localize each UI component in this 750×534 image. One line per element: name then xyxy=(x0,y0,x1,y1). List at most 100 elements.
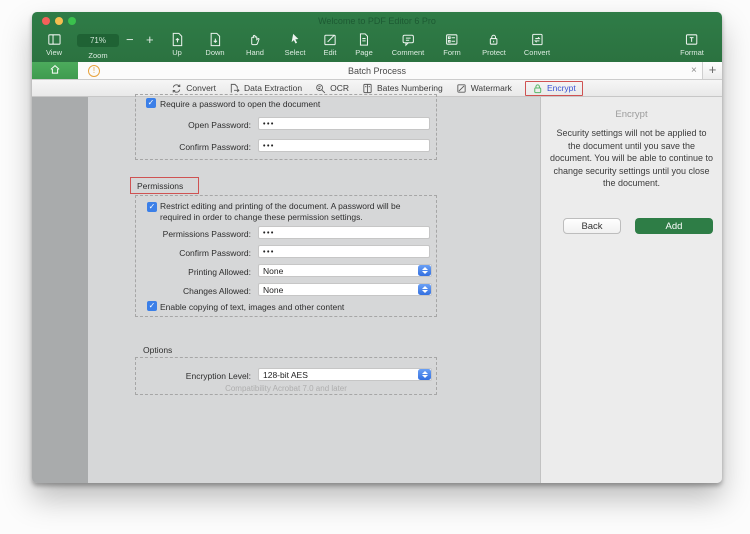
permissions-password-field-label: Permissions Password: xyxy=(162,229,251,239)
batch-data-extraction-button[interactable]: Data Extraction xyxy=(229,83,302,94)
left-sidebar-strip xyxy=(32,97,88,483)
format-panel-icon xyxy=(680,32,704,47)
enable-copying-label: Enable copying of text, images and other… xyxy=(160,301,345,312)
convert-cycle-icon xyxy=(171,83,182,94)
toolbar-convert-label: Convert xyxy=(523,48,551,57)
hand-icon xyxy=(246,32,264,47)
toolbar-form-button[interactable]: Form xyxy=(443,32,461,57)
require-password-label: Require a password to open the document xyxy=(160,98,321,109)
restrict-editing-label: Restrict editing and printing of the doc… xyxy=(160,201,401,222)
permissions-password-value: ••• xyxy=(263,229,275,237)
toolbar-format-button[interactable]: Format xyxy=(680,32,704,57)
ocr-magnifier-icon xyxy=(315,83,326,94)
tab-title[interactable]: Batch Process xyxy=(32,66,722,76)
permissions-section-title: Permissions xyxy=(137,181,184,191)
stepper-icon xyxy=(418,265,431,276)
content-area: ✓ Require a password to open the documen… xyxy=(32,94,722,483)
encrypt-settings-form: ✓ Require a password to open the documen… xyxy=(88,94,540,483)
zoom-out-button[interactable]: − xyxy=(126,33,134,47)
confirm-password2-input[interactable]: ••• xyxy=(258,245,430,258)
confirm-password-input[interactable]: ••• xyxy=(258,139,430,152)
batch-ocr-label: OCR xyxy=(330,83,350,93)
printing-allowed-select[interactable]: None xyxy=(258,264,432,277)
toolbar-comment-label: Comment xyxy=(391,48,425,57)
options-section-title: Options xyxy=(143,345,173,355)
page-down-icon xyxy=(205,32,224,47)
batch-ocr-button[interactable]: OCR xyxy=(315,83,349,94)
confirm-password-value: ••• xyxy=(263,142,275,150)
open-password-input[interactable]: ••• xyxy=(258,117,430,130)
require-password-checkbox[interactable]: ✓ xyxy=(146,98,156,108)
toolbar-select-label: Select xyxy=(284,48,306,57)
printing-allowed-label: Printing Allowed: xyxy=(188,267,251,277)
batch-bates-numbering-button[interactable]: Bates Numbering xyxy=(362,83,443,94)
batch-convert-button[interactable]: Convert xyxy=(171,83,216,94)
zoom-level-badge[interactable]: 71% xyxy=(77,34,119,47)
toolbar-down-button[interactable]: Down xyxy=(205,32,225,57)
enable-copying-checkbox[interactable]: ✓ xyxy=(147,301,157,311)
encryption-level-select[interactable]: 128-bit AES xyxy=(258,368,432,381)
comment-bubble-icon xyxy=(392,32,425,47)
form-icon xyxy=(443,32,461,47)
batch-encrypt-button[interactable]: Encrypt xyxy=(524,80,583,96)
encryption-level-value: 128-bit AES xyxy=(263,369,308,380)
zoom-in-button[interactable]: + xyxy=(146,33,154,47)
changes-allowed-label: Changes Allowed: xyxy=(182,286,251,296)
compatibility-note: Compatibility Acrobat 7.0 and later xyxy=(225,384,347,393)
toolbar-view-button[interactable]: View xyxy=(46,32,62,57)
toolbar-view-label: View xyxy=(45,48,63,57)
toolbar-page-label: Page xyxy=(355,48,373,57)
batch-watermark-button[interactable]: Watermark xyxy=(456,83,512,94)
open-password-field-label: Open Password: xyxy=(188,120,251,130)
permissions-password-input[interactable]: ••• xyxy=(258,226,430,239)
toolbar-form-label: Form xyxy=(443,48,461,57)
printing-allowed-value: None xyxy=(263,265,284,276)
toolbar-hand-label: Hand xyxy=(246,48,264,57)
cursor-icon xyxy=(285,32,306,47)
restrict-editing-checkbox[interactable]: ✓ xyxy=(147,202,157,212)
encrypt-panel: Encrypt Security settings will not be ap… xyxy=(540,97,722,483)
data-extraction-icon xyxy=(229,83,240,94)
window-title: Welcome to PDF Editor 6 Pro xyxy=(318,16,436,26)
back-button[interactable]: Back xyxy=(563,218,621,234)
open-password-value: ••• xyxy=(263,120,275,128)
bates-numbering-icon xyxy=(362,83,373,94)
toolbar-edit-label: Edit xyxy=(323,48,337,57)
page-up-icon xyxy=(170,32,185,47)
changes-allowed-value: None xyxy=(263,284,284,295)
toolbar-convert-button[interactable]: Convert xyxy=(524,32,550,57)
batch-watermark-label: Watermark xyxy=(470,83,512,93)
toolbar-protect-label: Protect xyxy=(482,48,506,57)
toolbar-edit-button[interactable]: Edit xyxy=(323,32,338,57)
toolbar-select-button[interactable]: Select xyxy=(284,32,306,57)
app-window: Welcome to PDF Editor 6 Pro View 71% Zoo… xyxy=(32,12,722,483)
tab-bar: ! Batch Process × + xyxy=(32,62,722,80)
lock-icon xyxy=(482,32,506,47)
confirm-password2-field-label: Confirm Password: xyxy=(179,248,251,258)
toolbar-comment-button[interactable]: Comment xyxy=(391,32,425,57)
toolbar-up-label: Up xyxy=(172,48,182,57)
convert-icon xyxy=(524,32,550,47)
toolbar-page-button[interactable]: Page xyxy=(355,32,373,57)
toolbar-protect-button[interactable]: Protect xyxy=(482,32,506,57)
toolbar-hand-button[interactable]: Hand xyxy=(246,32,264,57)
changes-allowed-select[interactable]: None xyxy=(258,283,432,296)
toolbar-zoom-label: Zoom xyxy=(88,51,108,60)
confirm-password2-value: ••• xyxy=(263,248,275,256)
batch-convert-label: Convert xyxy=(186,83,216,93)
page-icon xyxy=(355,32,373,47)
batch-encrypt-label: Encrypt xyxy=(546,83,576,93)
header: Welcome to PDF Editor 6 Pro View 71% Zoo… xyxy=(32,12,722,62)
new-tab-button[interactable]: + xyxy=(702,62,722,79)
batch-data-extraction-label: Data Extraction xyxy=(244,83,303,93)
toolbar-down-label: Down xyxy=(205,48,225,57)
add-button[interactable]: Add xyxy=(635,218,713,234)
watermark-icon xyxy=(456,83,467,94)
stepper-icon xyxy=(418,284,431,295)
panel-description: Security settings will not be applied to… xyxy=(549,128,714,188)
tab-close-icon[interactable]: × xyxy=(691,65,697,76)
edit-icon xyxy=(323,32,338,47)
panel-title: Encrypt xyxy=(615,109,648,120)
toolbar-up-button[interactable]: Up xyxy=(170,32,185,57)
confirm-password-field-label: Confirm Password: xyxy=(179,142,251,152)
